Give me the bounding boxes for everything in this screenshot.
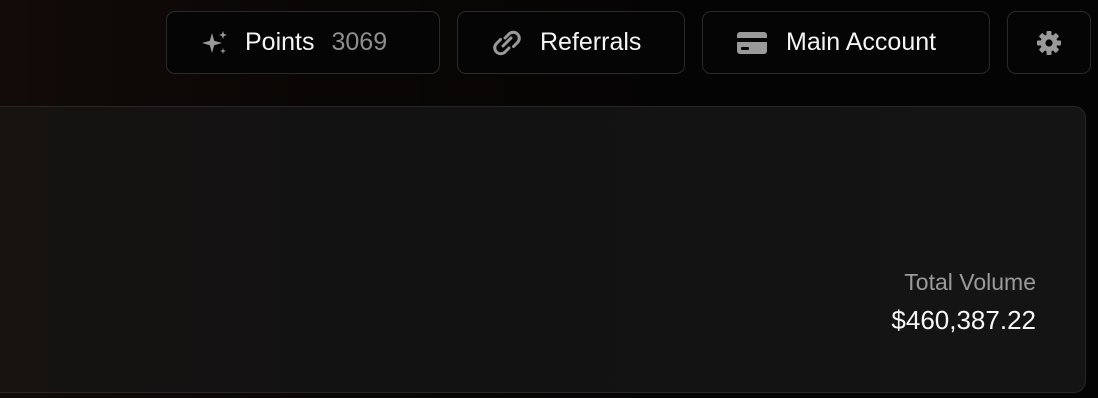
gear-icon — [1036, 30, 1062, 56]
page: Points 3069 Referrals Main Account Total… — [0, 0, 1098, 398]
credit-card-icon — [736, 30, 768, 56]
points-button[interactable]: Points 3069 — [166, 11, 440, 74]
main-account-label: Main Account — [786, 28, 937, 56]
settings-button[interactable] — [1007, 11, 1091, 74]
points-value: 3069 — [331, 28, 388, 56]
total-volume-label: Total Volume — [904, 269, 1036, 295]
top-toolbar: Points 3069 Referrals Main Account — [166, 11, 1091, 74]
sparkles-icon — [201, 29, 229, 57]
link-icon — [490, 29, 524, 57]
total-volume-value: $460,387.22 — [891, 305, 1036, 335]
total-volume-stat: Total Volume $460,387.22 — [891, 267, 1036, 337]
points-label: Points — [245, 28, 315, 56]
volume-panel: Total Volume $460,387.22 — [0, 106, 1086, 393]
referrals-label: Referrals — [540, 28, 642, 56]
main-account-button[interactable]: Main Account — [702, 11, 990, 74]
referrals-button[interactable]: Referrals — [457, 11, 685, 74]
